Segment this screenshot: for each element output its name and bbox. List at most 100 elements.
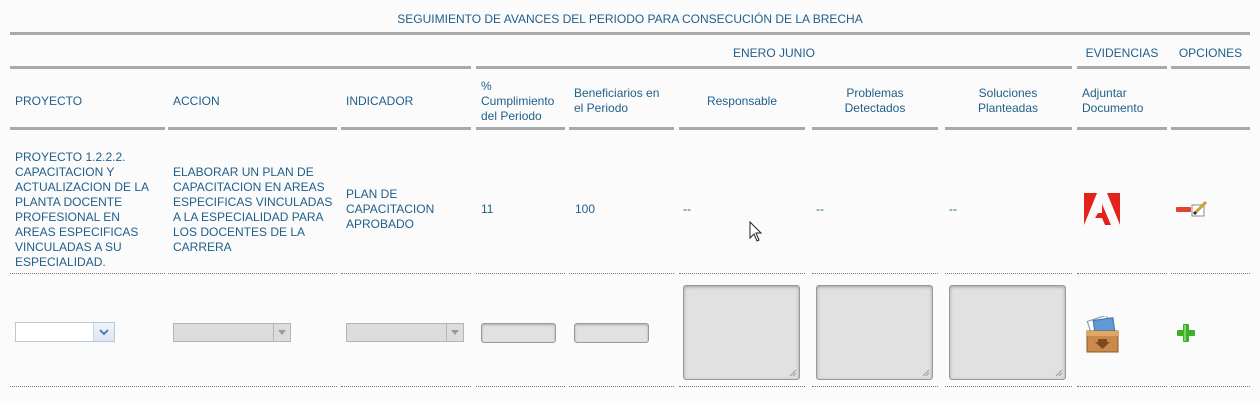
header-rule [341, 127, 471, 130]
caret-down-icon [273, 324, 290, 341]
header-rule [812, 127, 938, 130]
row-responsible: -- [683, 202, 691, 216]
col-header-compliance-line: % [481, 79, 492, 93]
remove-edit-icon[interactable] [1176, 200, 1210, 218]
row-action-line: A LA ESPECIALIDAD PARA [173, 210, 324, 224]
col-header-beneficiaries-line: Beneficiarios en [574, 86, 660, 100]
row-divider [10, 273, 165, 274]
group-rule-left [10, 66, 471, 69]
row-project-line: VINCULADAS A SU [15, 240, 122, 254]
col-header-solutions: Soluciones Planteadas [945, 86, 1071, 116]
row-project-line: ACTUALIZACION DE LA [15, 180, 150, 194]
col-header-attach-line: Adjuntar [1082, 86, 1127, 100]
row-indicator-line: APROBADO [346, 217, 415, 231]
header-rule [569, 127, 674, 130]
row-action-line: ELABORAR UN PLAN DE [173, 165, 314, 179]
col-header-compliance-line: del Periodo [481, 109, 542, 123]
indicator-select[interactable] [346, 323, 464, 342]
col-header-beneficiaries: Beneficiarios en el Periodo [574, 86, 659, 116]
row-divider [945, 273, 1072, 274]
col-header-problems-line: Detectados [844, 101, 906, 115]
row-project-line: PLANTA DOCENTE [15, 195, 123, 209]
row-divider [1077, 273, 1167, 274]
row-divider [168, 273, 337, 274]
header-rule [1077, 127, 1167, 130]
row-project-line: PROFESIONAL EN [15, 210, 120, 224]
col-header-compliance-line: Cumplimiento [481, 94, 555, 108]
col-header-attach-line: Documento [1082, 101, 1144, 115]
add-plus-icon[interactable] [1177, 324, 1195, 342]
row-divider [168, 386, 337, 387]
action-select[interactable] [173, 323, 291, 342]
options-group-header: OPCIONES [1178, 46, 1243, 60]
col-header-project: PROYECTO [15, 94, 83, 108]
chevron-down-icon [93, 323, 114, 341]
row-divider [341, 273, 471, 274]
row-action-line: ESPECIFICAS VINCULADAS [173, 195, 333, 209]
upload-box-icon[interactable] [1086, 314, 1119, 353]
col-header-problems-line: Problemas [846, 86, 904, 100]
col-header-compliance: % Cumplimiento del Periodo [481, 79, 554, 124]
group-rule-options [1171, 66, 1250, 69]
row-action-line: CAPACITACION EN AREAS [173, 180, 325, 194]
col-header-solutions-line: Soluciones [978, 86, 1038, 100]
col-header-solutions-line: Planteadas [977, 101, 1039, 115]
group-rule-period [476, 66, 1072, 69]
col-header-action: ACCION [173, 94, 220, 108]
row-divider [569, 386, 674, 387]
adobe-pdf-icon[interactable] [1084, 193, 1120, 225]
compliance-input[interactable] [481, 323, 556, 343]
col-header-indicator: INDICADOR [346, 94, 414, 108]
row-project: PROYECTO 1.2.2.2. CAPACITACION Y ACTUALI… [15, 150, 165, 270]
row-divider [569, 273, 674, 274]
row-action-line: LOS DOCENTES DE LA [173, 225, 306, 239]
caret-down-icon [446, 324, 463, 341]
row-divider [1171, 386, 1250, 387]
title-rule [10, 32, 1250, 35]
row-divider [1077, 386, 1167, 387]
row-divider [476, 273, 565, 274]
row-project-line: AREAS ESPECIFICAS [15, 225, 139, 239]
row-divider [679, 273, 805, 274]
group-rule-evidence [1077, 66, 1167, 69]
col-header-responsible: Responsable [706, 94, 778, 108]
row-divider [945, 386, 1072, 387]
row-project-line: ESPECIALIDAD. [15, 255, 106, 269]
resize-grip-icon[interactable] [922, 369, 930, 377]
resize-grip-icon[interactable] [789, 369, 797, 377]
row-divider [476, 386, 565, 387]
header-rule [679, 127, 805, 130]
row-beneficiaries: 100 [575, 202, 596, 216]
evidence-group-header: EVIDENCIAS [1085, 46, 1159, 60]
responsible-textarea[interactable] [683, 285, 800, 380]
solutions-textarea[interactable] [949, 285, 1066, 380]
mouse-cursor-icon [749, 220, 763, 242]
header-rule [10, 127, 165, 130]
section-title: SEGUIMIENTO DE AVANCES DEL PERIODO PARA … [397, 12, 863, 26]
row-problems: -- [816, 202, 824, 216]
row-indicator-line: PLAN DE [346, 187, 398, 201]
header-rule [476, 127, 565, 130]
row-divider [10, 386, 165, 387]
row-divider [341, 386, 471, 387]
project-select[interactable] [15, 322, 115, 342]
col-header-attach: Adjuntar Documento [1082, 86, 1143, 116]
row-indicator-line: CAPACITACION [346, 202, 435, 216]
header-rule [1171, 127, 1250, 130]
period-group-header: ENERO JUNIO [732, 46, 815, 60]
row-divider [679, 386, 805, 387]
header-rule [168, 127, 337, 130]
resize-grip-icon[interactable] [1055, 369, 1063, 377]
problems-textarea[interactable] [816, 285, 933, 380]
beneficiaries-input[interactable] [574, 323, 649, 343]
col-header-problems: Problemas Detectados [812, 86, 938, 116]
row-indicator: PLAN DE CAPACITACION APROBADO [346, 187, 471, 232]
row-divider [1171, 273, 1250, 274]
row-divider [812, 386, 938, 387]
header-rule [945, 127, 1072, 130]
row-project-line: PROYECTO 1.2.2.2. [15, 150, 126, 164]
row-divider [812, 273, 938, 274]
row-solutions: -- [949, 202, 957, 216]
row-action: ELABORAR UN PLAN DE CAPACITACION EN AREA… [173, 165, 338, 255]
col-header-beneficiaries-line: el Periodo [574, 101, 629, 115]
